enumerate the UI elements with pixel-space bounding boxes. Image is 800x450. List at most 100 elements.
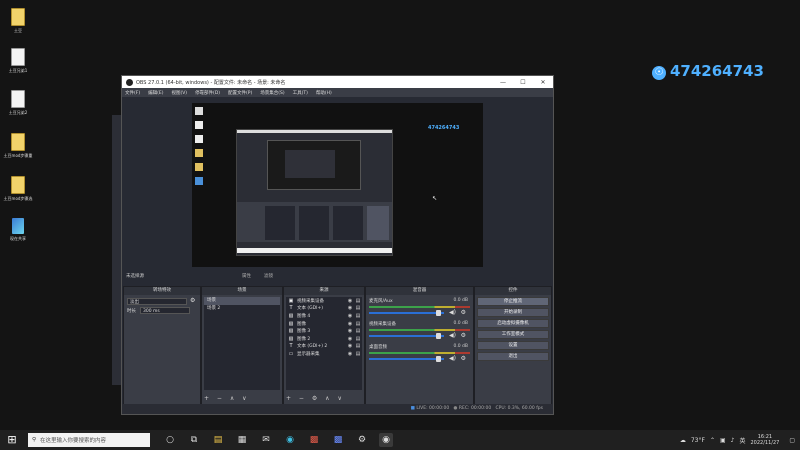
start-recording-button[interactable]: 开始录制	[477, 308, 549, 317]
task-view-icon[interactable]: ⧉	[187, 433, 201, 447]
clock[interactable]: 16:21 2022/11/27	[751, 434, 780, 446]
mail-icon[interactable]: ✉	[259, 433, 273, 447]
source-item[interactable]: ▧ 图像 3 ◉ ▤	[286, 327, 362, 335]
speaker-icon[interactable]: ◀)	[449, 309, 456, 316]
file-explorer-icon[interactable]: ▤	[211, 433, 225, 447]
selected-source-info: 未选择源	[126, 274, 144, 279]
menu-file[interactable]: 文件(F)	[125, 90, 140, 96]
image-icon: ▧	[288, 335, 294, 342]
start-virtual-camera-button[interactable]: 启动虚拟摄像机	[477, 319, 549, 328]
desktop-icon-tudou[interactable]: 土豆	[0, 8, 36, 33]
menu-scene-collection[interactable]: 场景集合(S)	[260, 90, 284, 96]
lock-icon[interactable]: ▤	[354, 313, 362, 319]
text-icon: T	[289, 305, 293, 312]
source-item[interactable]: ▭ 显示器采集 ◉ ▤	[286, 350, 362, 358]
desktop-icon-tudou-brother-2[interactable]: 土豆兄弟2	[0, 90, 36, 115]
filters-button[interactable]: 滤镜	[264, 273, 273, 279]
transition-type-select[interactable]: 淡出	[127, 298, 187, 305]
source-item[interactable]: ▧ 图像 2 ◉ ▤	[286, 335, 362, 343]
taskbar-search-input[interactable]: ⚲ 在这里输入你要搜索的内容	[28, 433, 150, 447]
source-item[interactable]: T 文本 (GDI+) ◉ ▤	[286, 305, 362, 313]
gear-icon[interactable]: ⚙	[461, 309, 466, 316]
menu-profile[interactable]: 配置文件(P)	[228, 90, 252, 96]
menu-edit[interactable]: 编辑(E)	[148, 90, 163, 96]
obs-icon[interactable]: ◉	[379, 433, 393, 447]
volume-meter	[369, 352, 470, 354]
source-item[interactable]: T 文本 (GDI+) 2 ◉ ▤	[286, 343, 362, 351]
input-language[interactable]: 英	[739, 436, 745, 445]
app-icon[interactable]: ▩	[331, 433, 345, 447]
menu-tools[interactable]: 工具(T)	[293, 90, 308, 96]
status-bar: ■ LIVE: 00:00:00 ● REC: 00:00:00 CPU: 0.…	[122, 404, 553, 414]
scene-item[interactable]: 场景	[204, 297, 280, 305]
minimize-button[interactable]: —	[493, 79, 513, 86]
weather-icon[interactable]: ☁	[680, 437, 686, 444]
lock-icon[interactable]: ▤	[354, 321, 362, 327]
eye-icon[interactable]: ◉	[346, 298, 354, 304]
exit-button[interactable]: 退出	[477, 352, 549, 361]
maximize-button[interactable]: ☐	[513, 79, 533, 86]
eye-icon[interactable]: ◉	[346, 351, 354, 357]
volume-knob[interactable]	[435, 333, 441, 339]
gear-icon[interactable]: ⚙	[461, 355, 466, 362]
eye-icon[interactable]: ◉	[346, 336, 354, 342]
stop-streaming-button[interactable]: 停止推流	[477, 297, 549, 306]
search-icon: ⚲	[32, 437, 37, 443]
studio-mode-button[interactable]: 工作室模式	[477, 330, 549, 339]
steam-icon[interactable]: ⚙	[355, 433, 369, 447]
lock-icon[interactable]: ▤	[354, 343, 362, 349]
mixer-channel: 桌面音频 0.0 dB ◀) ⚙	[369, 344, 470, 364]
chevron-up-icon[interactable]: ⌃	[710, 437, 715, 444]
preview-canvas[interactable]: 474264743 ↖	[192, 103, 483, 267]
volume-knob[interactable]	[435, 356, 441, 362]
scene-toolbar[interactable]: + − ∧ ∨	[204, 395, 250, 402]
volume-slider[interactable]: ◀) ⚙	[369, 332, 470, 339]
volume-knob[interactable]	[435, 310, 441, 316]
menu-help[interactable]: 帮助(H)	[316, 90, 332, 96]
qq-watermark: ☉ 474264743	[652, 62, 764, 80]
speaker-icon[interactable]: ◀)	[449, 355, 456, 362]
volume-slider[interactable]: ◀) ⚙	[369, 355, 470, 362]
notification-icon[interactable]: ▢	[789, 437, 795, 444]
desktop-icon-tudou-mod-1[interactable]: 土豆mod步骤重	[0, 133, 36, 158]
store-icon[interactable]: ▦	[235, 433, 249, 447]
source-toolbar[interactable]: + − ⚙ ∧ ∨	[286, 395, 345, 402]
eye-icon[interactable]: ◉	[346, 343, 354, 349]
source-item[interactable]: ▧ 图像 ◉ ▤	[286, 320, 362, 328]
eye-icon[interactable]: ◉	[346, 305, 354, 311]
speaker-icon[interactable]: ◀)	[449, 332, 456, 339]
eye-icon[interactable]: ◉	[346, 321, 354, 327]
channel-db: 0.0 dB	[453, 344, 468, 349]
lock-icon[interactable]: ▤	[354, 298, 362, 304]
desktop-icon-share[interactable]: 现在共享	[0, 218, 36, 241]
menu-view[interactable]: 视图(V)	[171, 90, 187, 96]
start-button[interactable]: ⊞	[5, 433, 19, 447]
scene-item[interactable]: 场景 2	[204, 305, 280, 313]
desktop-icon-tudou-brother-1[interactable]: 土豆兄弟1	[0, 48, 36, 73]
live-indicator-icon: ■	[410, 406, 415, 411]
volume-slider[interactable]: ◀) ⚙	[369, 309, 470, 316]
eye-icon[interactable]: ◉	[346, 328, 354, 334]
lock-icon[interactable]: ▤	[354, 328, 362, 334]
desktop-icon-label: 土豆兄弟2	[8, 110, 28, 115]
lock-icon[interactable]: ▤	[354, 305, 362, 311]
source-item[interactable]: ▣ 视频采集设备 ◉ ▤	[286, 297, 362, 305]
menu-docks[interactable]: 停靠部件(D)	[195, 90, 220, 96]
duration-input[interactable]: 300 ms	[140, 307, 190, 314]
properties-button[interactable]: 属性	[242, 273, 251, 279]
transition-settings-icon[interactable]: ⚙	[190, 297, 195, 304]
desktop-icon-tudou-mod-2[interactable]: 土豆mod步骤选	[0, 176, 36, 201]
source-item[interactable]: ▧ 图像 4 ◉ ▤	[286, 312, 362, 320]
edge-icon[interactable]: ◉	[283, 433, 297, 447]
eye-icon[interactable]: ◉	[346, 313, 354, 319]
network-icon[interactable]: ▣	[720, 437, 726, 444]
app-icon[interactable]: ▩	[307, 433, 321, 447]
lock-icon[interactable]: ▤	[354, 351, 362, 357]
close-button[interactable]: ✕	[533, 79, 553, 86]
lock-icon[interactable]: ▤	[354, 336, 362, 342]
volume-icon[interactable]: ♪	[731, 437, 735, 444]
weather-temp[interactable]: 73°F	[691, 437, 705, 444]
gear-icon[interactable]: ⚙	[461, 332, 466, 339]
cortana-icon[interactable]: ○	[163, 433, 177, 447]
settings-button[interactable]: 设置	[477, 341, 549, 350]
